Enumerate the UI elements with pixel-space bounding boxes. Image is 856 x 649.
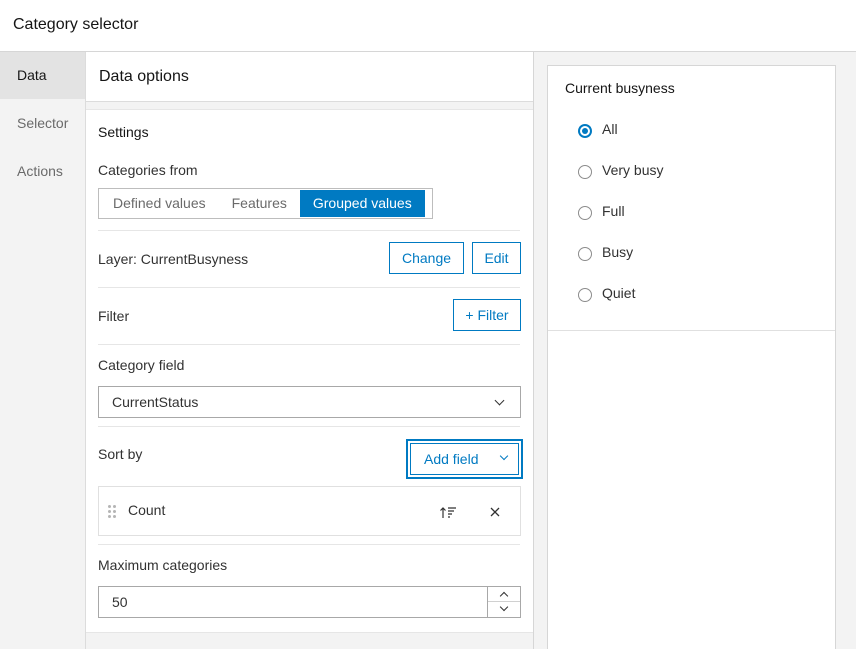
chevron-up-icon: [499, 591, 509, 601]
add-field-label: Add field: [424, 451, 479, 467]
rail-item-actions[interactable]: Actions: [0, 148, 85, 195]
settings-heading: Settings: [98, 124, 149, 140]
radio-label: Very busy: [602, 162, 664, 178]
chevron-down-icon: [499, 602, 509, 612]
segment-defined-values[interactable]: Defined values: [100, 190, 219, 217]
sort-field-name: Count: [128, 502, 166, 518]
edit-layer-button[interactable]: Edit: [472, 242, 521, 274]
sort-field-item: Count: [98, 486, 521, 536]
max-categories-input[interactable]: 50: [98, 586, 521, 618]
divider: [98, 287, 520, 288]
divider: [98, 230, 520, 231]
add-sort-field-button[interactable]: Add field: [410, 443, 519, 475]
categories-from-label: Categories from: [98, 162, 198, 178]
category-field-label: Category field: [98, 357, 185, 373]
radio-button[interactable]: [578, 206, 592, 220]
panel-title: Data options: [99, 68, 189, 85]
dialog-title: Category selector: [13, 16, 139, 33]
radio-label: Quiet: [602, 285, 636, 301]
radio-label: Full: [602, 203, 625, 219]
layer-label: Layer: CurrentBusyness: [98, 251, 249, 267]
sort-ascending-icon[interactable]: [439, 504, 457, 520]
category-selector-preview: Current busyness All Very busy Full Busy…: [547, 65, 836, 649]
stepper-arrows: [487, 587, 520, 617]
radio-button[interactable]: [578, 124, 592, 138]
decrement-button[interactable]: [488, 602, 520, 617]
settings-rail: Data Selector Actions: [0, 52, 86, 649]
drag-handle-icon[interactable]: [108, 505, 116, 519]
radio-button[interactable]: [578, 247, 592, 261]
category-field-select[interactable]: CurrentStatus: [98, 386, 521, 418]
max-categories-value: 50: [112, 594, 128, 610]
settings-section: Settings Categories from Defined values …: [86, 109, 533, 633]
preview-title: Current busyness: [565, 80, 675, 96]
rail-item-data[interactable]: Data: [0, 52, 85, 99]
radio-button[interactable]: [578, 288, 592, 302]
category-field-value: CurrentStatus: [112, 394, 199, 410]
categories-source-segmented-control: Defined values Features Grouped values: [98, 188, 433, 219]
divider: [548, 330, 835, 331]
divider: [98, 544, 520, 545]
rail-item-selector[interactable]: Selector: [0, 100, 85, 147]
radio-label: Busy: [602, 244, 634, 260]
preview-area: Current busyness All Very busy Full Busy…: [533, 52, 856, 649]
radio-button[interactable]: [578, 165, 592, 179]
increment-button[interactable]: [488, 587, 520, 602]
divider: [98, 426, 520, 427]
divider: [98, 344, 520, 345]
add-filter-button[interactable]: + Filter: [453, 299, 521, 331]
add-sort-field-button-focus-ring: Add field: [406, 439, 523, 479]
data-options-panel: Data options Settings Categories from De…: [86, 52, 533, 649]
sort-by-label: Sort by: [98, 446, 143, 462]
max-categories-label: Maximum categories: [98, 557, 228, 573]
chevron-down-icon: [499, 451, 509, 461]
dialog-header: Category selector: [0, 0, 856, 52]
segment-grouped-values[interactable]: Grouped values: [299, 190, 425, 217]
segment-features[interactable]: Features: [219, 190, 300, 217]
chevron-down-icon: [494, 395, 505, 406]
filter-label: Filter: [98, 308, 130, 324]
change-layer-button[interactable]: Change: [389, 242, 464, 274]
panel-header: Data options: [86, 52, 533, 102]
radio-label: All: [602, 121, 618, 137]
remove-sort-field-icon[interactable]: [490, 507, 500, 517]
